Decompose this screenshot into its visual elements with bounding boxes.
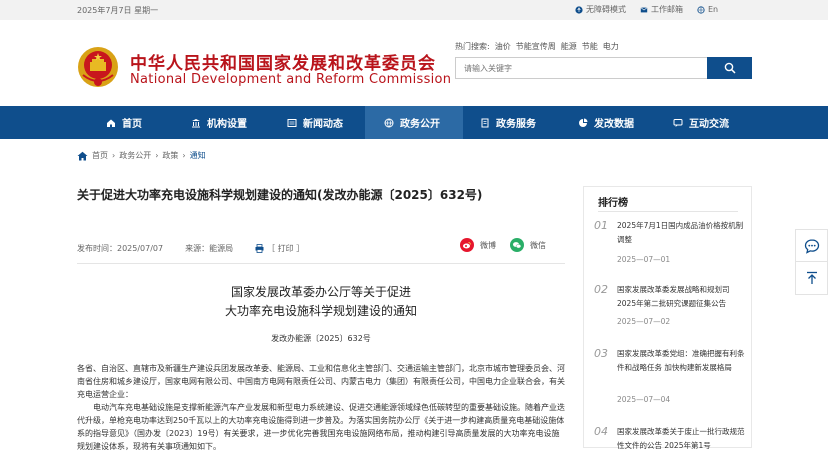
nav-data[interactable]: 发改数据 [578,106,634,139]
ranking-number: 03 [594,347,608,360]
search-box [455,57,752,79]
nav-label: 互动交流 [689,119,729,130]
article-meta: 发布时间：2025/07/07 来源：能源局 ［ 打印 ］ [77,243,304,254]
work-mail-link[interactable]: 工作邮箱 [640,4,683,15]
wechat-label: 微信 [530,240,546,250]
hot-term[interactable]: 油价 [495,41,511,52]
english-link[interactable]: En [697,5,718,14]
site-title-english: National Development and Reform Commissi… [130,72,452,87]
document-heading: 国家发展改革委办公厅等关于促进 大功率充电设施科学规划建设的通知 [77,283,565,321]
share-bar: 微博 微信 [460,238,546,252]
hot-search-label: 热门搜索: [455,42,490,51]
current-date: 2025年7月7日 星期一 [77,6,159,15]
hot-term[interactable]: 节能宣传周 [516,41,556,52]
wechat-icon [510,238,524,252]
ranking-item-title: 国家发展改革委党组：准确把握有利条件和战略任务 加快构建新发展格局 [617,349,745,372]
hot-search: 热门搜索: 油价 节能宣传周 能源 节能 电力 [455,41,619,52]
nav-organization[interactable]: 机构设置 [191,106,247,139]
site-title-chinese: 中华人民共和国国家发展和改革委员会 [130,54,436,74]
printer-icon [255,244,264,253]
ranking-item-title: 国家发展改革委发展战略和规划司2025年第二批研究课题征集公告 [617,285,730,308]
national-emblem-icon[interactable] [77,45,119,89]
home-icon [107,119,115,127]
nav-label: 首页 [122,119,142,130]
globe-icon [697,5,705,14]
nav-interaction[interactable]: 互动交流 [673,106,729,139]
chat-icon [673,118,683,127]
utility-links: 无障碍模式 工作邮箱 En [575,4,718,15]
document-icon [481,118,489,127]
weibo-label: 微博 [480,240,496,250]
main-nav: 首页 机构设置 新闻动态 政务公开 政务服务 发改数据 互动交流 [0,106,828,139]
ranking-panel: 排行榜 01 2025年7月1日国内成品油价格按机制调整 2025—07—01 … [583,186,752,450]
accessibility-link[interactable]: 无障碍模式 [575,4,626,15]
document-number: 发改办能源〔2025〕632号 [271,334,371,343]
breadcrumb-separator: › [182,151,186,160]
feedback-button[interactable] [795,229,828,262]
home-icon[interactable] [77,151,88,161]
building-icon [192,118,200,127]
chat-bubble-icon [804,238,819,254]
hot-term[interactable]: 能源 [561,41,577,52]
breadcrumb-notice[interactable]: 通知 [190,150,206,161]
breadcrumb-policy[interactable]: 政策 [162,150,178,161]
ranking-number: 02 [594,283,608,296]
body-paragraph: 电动汽车充电基础设施是支撑新能源汽车产业发展和新型电力系统建设、促进交通能源领域… [77,403,565,451]
article-title: 关于促进大功率充电设施科学规划建设的通知(发改办能源〔2025〕632号) [77,188,483,202]
mail-icon [640,6,648,12]
ranking-item-date: 2025—07—02 [617,317,671,326]
nav-label: 发改数据 [594,119,634,130]
share-weibo[interactable]: 微博 [460,238,496,252]
chart-icon [579,118,588,127]
top-utility-bar: 2025年7月7日 星期一 无障碍模式 工作邮箱 En [0,0,828,20]
breadcrumb-government-affairs[interactable]: 政务公开 [119,150,151,161]
article-body: 各省、自治区、直辖市及新疆生产建设兵团发展改革委、能源局、工业和信息化主管部门、… [77,362,565,453]
accessibility-icon [575,5,583,14]
english-label: En [708,5,719,14]
breadcrumb-separator: › [112,151,116,160]
nav-news[interactable]: 新闻动态 [287,106,343,139]
breadcrumb-home[interactable]: 首页 [92,150,108,161]
document-heading-line2: 大功率充电设施科学规划建设的通知 [224,304,417,318]
nav-label: 机构设置 [207,119,247,130]
document-heading-line1: 国家发展改革委办公厅等关于促进 [230,285,411,299]
nav-government-affairs[interactable]: 政务公开 [365,106,463,139]
weibo-icon [460,238,474,252]
ranking-item-date: 2025—07—01 [617,255,671,264]
news-icon [287,118,297,127]
print-button[interactable]: ［ 打印 ］ [255,243,304,254]
ranking-item-title: 国家发展改革委关于废止一批行政规范性文件的公告 2025年第1号 [617,427,745,450]
publish-time: 发布时间：2025/07/07 [77,244,164,253]
back-to-top-button[interactable] [795,262,828,295]
search-button[interactable] [707,57,752,79]
article-source: 来源：能源局 [185,244,234,253]
ranking-number: 04 [594,425,608,438]
search-input[interactable] [455,57,707,79]
breadcrumb: 首页 › 政务公开 › 政策 › 通知 [77,150,206,161]
content-divider [77,263,565,264]
share-wechat[interactable]: 微信 [510,238,546,252]
nav-services[interactable]: 政务服务 [480,106,536,139]
ranking-item-date: 2025—07—04 [617,395,671,404]
nav-label: 新闻动态 [303,119,343,130]
search-icon [724,62,736,74]
nav-home[interactable]: 首页 [106,106,142,139]
breadcrumb-separator: › [155,151,159,160]
nav-label: 政务服务 [496,119,536,130]
floating-toolbar [795,229,828,295]
ranking-divider [598,211,738,212]
globe-icon [384,118,394,127]
print-label: ［ 打印 ］ [267,244,305,253]
ranking-item-title: 2025年7月1日国内成品油价格按机制调整 [617,221,744,244]
ranking-number: 01 [594,219,608,232]
nav-label: 政务公开 [400,119,440,130]
work-mail-label: 工作邮箱 [651,5,683,14]
accessibility-label: 无障碍模式 [586,5,626,14]
body-paragraph: 各省、自治区、直辖市及新疆生产建设兵团发展改革委、能源局、工业和信息化主管部门、… [77,364,565,399]
hot-term[interactable]: 电力 [603,41,619,52]
hot-term[interactable]: 节能 [582,41,598,52]
arrow-up-icon [806,271,817,284]
ranking-title: 排行榜 [598,198,628,209]
site-header: 中华人民共和国国家发展和改革委员会 National Development a… [0,20,828,106]
